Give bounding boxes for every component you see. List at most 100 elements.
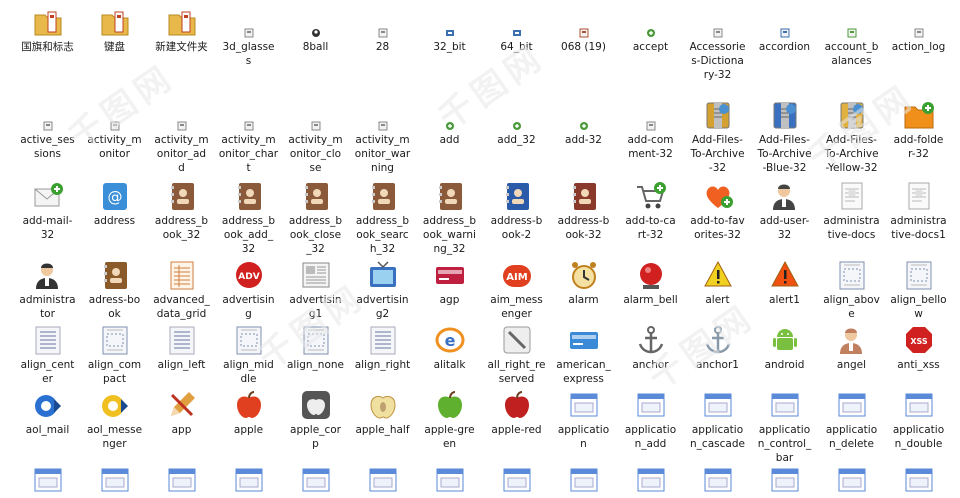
file-item[interactable] bbox=[550, 462, 617, 498]
file-item[interactable]: activity_m onitor_ad d bbox=[148, 97, 215, 175]
file-item[interactable]: alarm_bell bbox=[617, 257, 684, 307]
file-item[interactable]: anchor bbox=[617, 322, 684, 372]
file-item[interactable]: active_ses sions bbox=[14, 97, 81, 161]
file-item[interactable]: 8ball bbox=[282, 4, 349, 54]
file-item[interactable]: align_right bbox=[349, 322, 416, 372]
file-item[interactable]: applicatio n_delete bbox=[818, 387, 885, 451]
file-item[interactable]: e alitalk bbox=[416, 322, 483, 372]
file-item[interactable]: address_b ook_32 bbox=[148, 178, 215, 242]
file-item[interactable]: add_32 bbox=[483, 97, 550, 147]
file-item[interactable]: advanced_ data_grid bbox=[148, 257, 215, 321]
file-item[interactable]: advertisin g1 bbox=[282, 257, 349, 321]
file-item[interactable]: accept bbox=[617, 4, 684, 54]
file-item[interactable]: Add-Files- To-Archive -32 bbox=[684, 97, 751, 175]
file-item[interactable] bbox=[416, 462, 483, 498]
file-item[interactable] bbox=[818, 462, 885, 498]
file-item[interactable]: action_log bbox=[885, 4, 952, 54]
file-item[interactable]: adress-bo ok bbox=[81, 257, 148, 321]
file-item[interactable]: apple_half bbox=[349, 387, 416, 437]
file-item[interactable]: @ address bbox=[81, 178, 148, 228]
file-item[interactable] bbox=[349, 462, 416, 498]
file-item[interactable]: all_right_re served bbox=[483, 322, 550, 386]
file-item[interactable] bbox=[282, 462, 349, 498]
file-item[interactable] bbox=[215, 462, 282, 498]
file-item[interactable]: activity_m onitor_war ning bbox=[349, 97, 416, 175]
file-item[interactable]: activity_m onitor_clo se bbox=[282, 97, 349, 175]
file-item[interactable]: app bbox=[148, 387, 215, 437]
file-item[interactable] bbox=[751, 462, 818, 498]
file-item[interactable]: administra tive-docs1 bbox=[885, 178, 952, 242]
file-item[interactable]: applicatio n_add bbox=[617, 387, 684, 451]
file-item[interactable]: align_left bbox=[148, 322, 215, 372]
file-item[interactable]: address-b ook-32 bbox=[550, 178, 617, 242]
file-item[interactable]: align_bello w bbox=[885, 257, 952, 321]
file-item[interactable]: anchor1 bbox=[684, 322, 751, 372]
file-item[interactable]: alert bbox=[684, 257, 751, 307]
file-item[interactable]: apple-red bbox=[483, 387, 550, 437]
file-item[interactable]: activity_m onitor_char t bbox=[215, 97, 282, 175]
file-item[interactable]: align_mid dle bbox=[215, 322, 282, 386]
file-item[interactable]: Add-Files- To-Archive -Yellow-32 bbox=[818, 97, 885, 175]
file-item[interactable]: alarm bbox=[550, 257, 617, 307]
file-item[interactable]: apple-gre en bbox=[416, 387, 483, 451]
file-item[interactable]: administra tor bbox=[14, 257, 81, 321]
file-item[interactable]: 28 bbox=[349, 4, 416, 54]
file-item[interactable]: applicatio n_double bbox=[885, 387, 952, 451]
file-item[interactable]: address_b ook_warni ng_32 bbox=[416, 178, 483, 256]
file-item[interactable]: 键盘 bbox=[81, 4, 148, 54]
file-item[interactable]: angel bbox=[818, 322, 885, 372]
file-item[interactable]: 3d_glasse s bbox=[215, 4, 282, 68]
file-item[interactable]: 新建文件夹 bbox=[148, 4, 215, 54]
file-item[interactable] bbox=[684, 462, 751, 498]
file-item[interactable] bbox=[617, 462, 684, 498]
file-item[interactable]: account_b alances bbox=[818, 4, 885, 68]
file-item[interactable]: address-b ook-2 bbox=[483, 178, 550, 242]
file-item[interactable]: XSS anti_xss bbox=[885, 322, 952, 372]
file-item[interactable]: administra tive-docs bbox=[818, 178, 885, 242]
file-item[interactable]: alert1 bbox=[751, 257, 818, 307]
file-item[interactable]: align_none bbox=[282, 322, 349, 372]
file-item[interactable]: android bbox=[751, 322, 818, 372]
file-item[interactable]: align_abov e bbox=[818, 257, 885, 321]
file-item[interactable] bbox=[81, 462, 148, 498]
file-item[interactable]: applicatio n_cascade bbox=[684, 387, 751, 451]
file-item[interactable]: ADV advertisin g bbox=[215, 257, 282, 321]
file-item[interactable]: apple_cor p bbox=[282, 387, 349, 451]
file-item[interactable]: AIM aim_mess enger bbox=[483, 257, 550, 321]
file-item[interactable] bbox=[885, 462, 952, 498]
file-item[interactable]: align_com pact bbox=[81, 322, 148, 386]
file-item[interactable]: apple bbox=[215, 387, 282, 437]
file-label: apple_half bbox=[355, 424, 410, 436]
file-item[interactable]: add-to-ca rt-32 bbox=[617, 178, 684, 242]
file-item[interactable]: aol_messe nger bbox=[81, 387, 148, 451]
file-item[interactable]: add bbox=[416, 97, 483, 147]
small-file-icon bbox=[914, 4, 924, 38]
file-item[interactable]: Add-Files- To-Archive -Blue-32 bbox=[751, 97, 818, 175]
file-item[interactable]: 068 (19) bbox=[550, 4, 617, 54]
file-item[interactable]: address_b ook_add_ 32 bbox=[215, 178, 282, 256]
file-item[interactable]: Accessorie s-Dictiona ry-32 bbox=[684, 4, 751, 82]
file-item[interactable]: address_b ook_searc h_32 bbox=[349, 178, 416, 256]
file-item[interactable]: applicatio n_control_ bar bbox=[751, 387, 818, 465]
file-item[interactable] bbox=[14, 462, 81, 498]
file-item[interactable]: 32_bit bbox=[416, 4, 483, 54]
file-item[interactable]: accordion bbox=[751, 4, 818, 54]
file-item[interactable]: add-folde r-32 bbox=[885, 97, 952, 161]
file-item[interactable]: align_cent er bbox=[14, 322, 81, 386]
file-item[interactable]: applicatio n bbox=[550, 387, 617, 451]
file-item[interactable]: american_ express bbox=[550, 322, 617, 386]
file-item[interactable]: advertisin g2 bbox=[349, 257, 416, 321]
file-item[interactable]: add-user- 32 bbox=[751, 178, 818, 242]
file-item[interactable]: add-to-fav orites-32 bbox=[684, 178, 751, 242]
file-item[interactable]: add-mail- 32 bbox=[14, 178, 81, 242]
file-item[interactable]: 国旗和标志 bbox=[14, 4, 81, 54]
file-item[interactable]: aol_mail bbox=[14, 387, 81, 437]
file-item[interactable] bbox=[148, 462, 215, 498]
file-item[interactable] bbox=[483, 462, 550, 498]
file-item[interactable]: activity_m onitor bbox=[81, 97, 148, 161]
file-item[interactable]: agp bbox=[416, 257, 483, 307]
file-item[interactable]: 64_bit bbox=[483, 4, 550, 54]
file-item[interactable]: add-com ment-32 bbox=[617, 97, 684, 161]
file-item[interactable]: add-32 bbox=[550, 97, 617, 147]
file-item[interactable]: address_b ook_close _32 bbox=[282, 178, 349, 256]
